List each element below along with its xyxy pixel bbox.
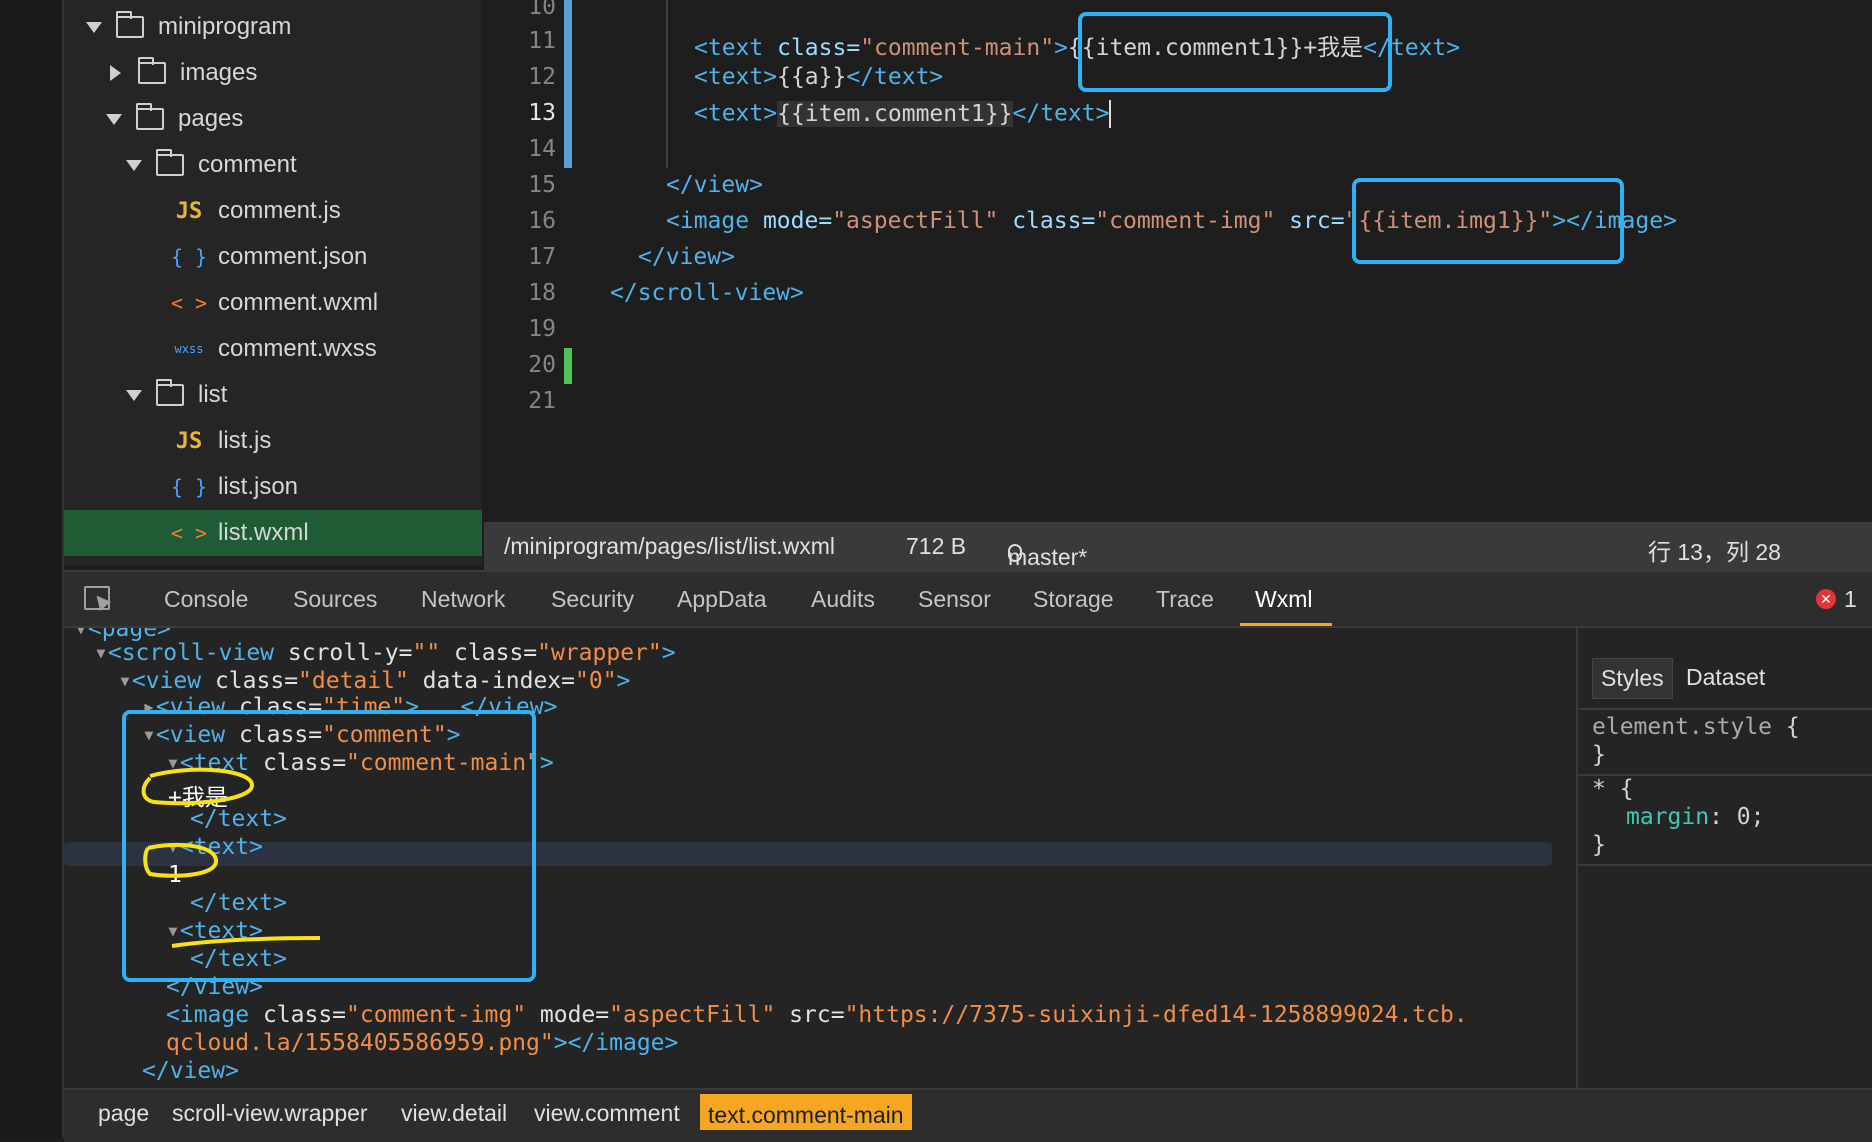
tree-folder-comment[interactable]: comment [64, 142, 482, 188]
json-file-icon: { } [170, 245, 208, 269]
line-number: 21 [528, 388, 556, 414]
tab-styles[interactable]: Styles [1592, 658, 1673, 699]
tree-folder-pages[interactable]: pages [64, 96, 482, 142]
tab-sensor[interactable]: Sensor [918, 586, 991, 613]
folder-open-icon [116, 11, 144, 38]
line-number: 19 [528, 316, 556, 342]
annotation-box [122, 710, 536, 982]
line-number: 20 [528, 352, 556, 378]
tree-file-list-wxml[interactable]: < > list.wxml M [64, 510, 482, 556]
js-file-icon: JS [175, 428, 203, 454]
wxml-tree[interactable]: ▾<page> ▾<scroll-view scroll-y="" class=… [64, 628, 1576, 1088]
inspect-element-icon[interactable] [84, 586, 110, 610]
devtools-panel: Console Sources Network Security AppData… [64, 570, 1872, 1142]
chevron-down-icon [86, 21, 102, 33]
tab-dataset[interactable]: Dataset [1678, 658, 1773, 697]
style-declaration[interactable]: margin: 0; [1626, 804, 1765, 830]
divider [1578, 708, 1872, 710]
js-file-icon: JS [175, 198, 203, 224]
wxml-node-image-cont: qcloud.la/1558405586959.png"></image> [166, 1030, 679, 1056]
annotation-box [1078, 12, 1392, 92]
tree-folder-miniprogram[interactable]: miniprogram [64, 4, 482, 50]
active-tab-indicator [1240, 623, 1332, 626]
text-cursor [1109, 100, 1112, 128]
error-count[interactable]: 1 [1844, 586, 1857, 613]
breadcrumb-view-comment[interactable]: view.comment [534, 1100, 680, 1127]
chevron-down-icon [106, 113, 122, 125]
chevron-down-icon [126, 159, 142, 171]
chevron-right-icon [110, 65, 121, 81]
annotation-box [1352, 178, 1624, 264]
breadcrumb-view-detail[interactable]: view.detail [401, 1100, 507, 1127]
breadcrumb-scroll-view[interactable]: scroll-view.wrapper [172, 1100, 368, 1127]
line-number: 15 [528, 172, 556, 198]
tab-console[interactable]: Console [164, 586, 248, 613]
tree-folder-list[interactable]: list [64, 372, 482, 418]
tree-file-comment-wxss[interactable]: wxss comment.wxss [64, 326, 482, 372]
line-number: 18 [528, 280, 556, 306]
folder-icon [138, 57, 166, 84]
tab-storage[interactable]: Storage [1033, 586, 1114, 613]
wxml-node-image[interactable]: <image class="comment-img" mode="aspectF… [166, 1002, 1468, 1028]
code-line-15: </view> [666, 172, 763, 198]
status-bar: /miniprogram/pages/list/list.wxml 712 B … [484, 522, 1872, 570]
wxml-node-scroll-view[interactable]: ▾<scroll-view scroll-y="" class="wrapper… [94, 640, 676, 666]
tab-wxml[interactable]: Wxml [1255, 586, 1312, 613]
wxml-node-view-detail[interactable]: ▾<view class="detail" data-index="0"> [118, 668, 630, 694]
line-number: 11 [528, 28, 556, 54]
tab-trace[interactable]: Trace [1156, 586, 1214, 613]
style-rule-close: } [1592, 742, 1606, 768]
tree-file-list-json[interactable]: { } list.json [64, 464, 482, 510]
tab-appdata[interactable]: AppData [677, 586, 767, 613]
devtools-tabbar: Console Sources Network Security AppData… [64, 572, 1872, 628]
tree-folder-images[interactable]: images [64, 50, 482, 96]
git-added-gutter [564, 348, 572, 384]
git-modified-gutter [564, 0, 572, 168]
tab-audits[interactable]: Audits [811, 586, 875, 613]
tree-file-comment-json[interactable]: { } comment.json [64, 234, 482, 280]
line-number: 10 [528, 0, 556, 20]
code-editor[interactable]: 10 11 12 13 14 15 16 17 18 19 20 21 <tex… [484, 0, 1872, 522]
wxml-close-tag: </view> [142, 1058, 239, 1084]
json-file-icon: { } [170, 475, 208, 499]
style-rule-close: } [1592, 832, 1606, 858]
tree-file-comment-js[interactable]: JS comment.js [64, 188, 482, 234]
folder-open-icon [156, 149, 184, 176]
wxml-file-icon: < > [170, 291, 208, 315]
folder-open-icon [156, 379, 184, 406]
file-path: /miniprogram/pages/list/list.wxml [504, 533, 836, 559]
tab-network[interactable]: Network [421, 586, 505, 613]
chevron-down-icon [126, 389, 142, 401]
line-number: 14 [528, 136, 556, 162]
tree-file-list-js[interactable]: JS list.js M [64, 418, 482, 464]
wxml-file-icon: < > [170, 521, 208, 545]
tree-file-comment-wxml[interactable]: < > comment.wxml M [64, 280, 482, 326]
node-breadcrumb: page scroll-view.wrapper view.detail vie… [64, 1088, 1872, 1142]
code-line-18: </scroll-view> [610, 280, 804, 306]
styles-panel: Styles Dataset element.style { } * { mar… [1576, 628, 1872, 1088]
breadcrumb-page[interactable]: page [98, 1100, 149, 1127]
error-icon[interactable]: ✕ [1816, 589, 1836, 609]
folder-open-icon [136, 103, 164, 130]
tab-sources[interactable]: Sources [293, 586, 377, 613]
code-line-13: <text>{{item.comment1}}</text> [694, 100, 1112, 128]
tab-security[interactable]: Security [551, 586, 634, 613]
cursor-position[interactable]: 行 13，列 28 [1648, 533, 1781, 567]
line-number: 17 [528, 244, 556, 270]
file-size: 712 B [906, 533, 967, 559]
line-number: 12 [528, 64, 556, 90]
indent-guide [666, 0, 668, 168]
wxss-file-icon: wxss [174, 342, 204, 356]
breadcrumb-text-comment-main[interactable]: text.comment-main [700, 1094, 912, 1130]
style-rule-element[interactable]: element.style { [1592, 714, 1800, 740]
code-line-17: </view> [638, 244, 735, 270]
code-line-12: <text>{{a}}</text> [694, 64, 944, 90]
style-rule-universal[interactable]: * { [1592, 776, 1634, 802]
divider [1578, 864, 1872, 866]
file-tree: miniprogram images pages comment JS comm… [64, 0, 482, 565]
activity-bar [0, 0, 64, 1138]
line-number: 16 [528, 208, 556, 234]
line-number-current: 13 [528, 100, 556, 126]
